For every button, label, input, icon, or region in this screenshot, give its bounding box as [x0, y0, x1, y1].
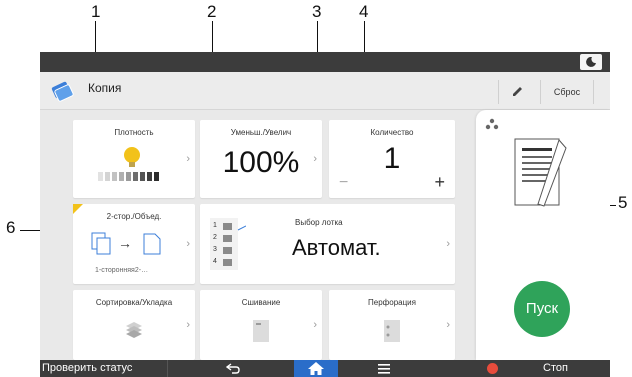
- tray-number-1: 1: [213, 222, 217, 229]
- staple-label: Сшивание: [241, 298, 281, 307]
- check-status-button[interactable]: Проверить статус: [40, 360, 168, 377]
- callout-4: 4: [359, 2, 369, 21]
- staple-tile[interactable]: Сшивание ›: [200, 290, 322, 360]
- chevron-right-icon: ›: [186, 153, 190, 165]
- app-title-bar: Копия Сброс: [40, 72, 610, 110]
- status-top-bar: [40, 52, 610, 72]
- system-bottom-bar: Проверить статус Стоп: [40, 360, 610, 377]
- chevron-right-icon: ›: [186, 238, 190, 250]
- duplex-target-icon: [143, 233, 161, 255]
- tray-number-3: 3: [213, 246, 217, 253]
- tray-select-value: Автомат.: [292, 235, 381, 260]
- sort-stack-label: Сортировка/Укладка: [95, 298, 173, 307]
- edit-button[interactable]: [498, 80, 534, 104]
- quantity-tile[interactable]: Количество 1 − +: [329, 120, 455, 198]
- menu-icon[interactable]: [378, 364, 390, 374]
- home-icon: [308, 362, 324, 375]
- sort-icon: [126, 322, 142, 338]
- toner-icon: [485, 118, 499, 130]
- energy-saver-button[interactable]: [580, 54, 602, 70]
- preview-panel: Пуск: [476, 110, 610, 360]
- duplex-tile[interactable]: 2-стор./Объед. → 1-сторонняя2-… ›: [73, 204, 195, 284]
- start-button[interactable]: Пуск: [514, 281, 570, 337]
- chevron-right-icon: ›: [186, 319, 190, 331]
- tray-number-2: 2: [213, 234, 217, 241]
- reset-button[interactable]: Сброс: [540, 80, 594, 104]
- back-icon[interactable]: [226, 362, 240, 374]
- quantity-minus-button[interactable]: −: [339, 174, 348, 192]
- stop-label: Стоп: [543, 362, 568, 374]
- tray-number-4: 4: [213, 258, 217, 265]
- callout-3: 3: [312, 2, 322, 21]
- home-button[interactable]: [294, 360, 338, 377]
- document-preview-icon: [514, 138, 567, 207]
- edit-icon: [513, 87, 522, 96]
- chevron-right-icon: ›: [446, 319, 450, 331]
- tray-select-label: Выбор лотка: [295, 218, 343, 227]
- copy-screen: Копия Сброс Плотность › Уменьш./Увелич 1…: [40, 52, 610, 377]
- stop-icon: [487, 363, 498, 374]
- density-tile[interactable]: Плотность ›: [73, 120, 195, 198]
- copy-app-icon: [51, 81, 74, 102]
- punch-tile[interactable]: Перфорация ›: [329, 290, 455, 360]
- chevron-right-icon: ›: [313, 319, 317, 331]
- quantity-value: 1: [383, 142, 401, 175]
- density-bulb-icon: [98, 147, 159, 181]
- chevron-right-icon: ›: [313, 153, 317, 165]
- app-title: Копия: [88, 81, 122, 95]
- tray-select-tile[interactable]: Выбор лотка 1 2 3 4 Автомат. ›: [200, 204, 455, 284]
- duplex-sub-label: 1-сторонняя2-…: [95, 267, 149, 274]
- duplex-arrow: →: [118, 235, 132, 251]
- density-label: Плотность: [114, 128, 154, 137]
- sort-stack-tile[interactable]: Сортировка/Укладка ›: [73, 290, 195, 360]
- duplex-source-icon: [91, 232, 111, 255]
- callout-2: 2: [207, 2, 217, 21]
- chevron-right-icon: ›: [446, 238, 450, 250]
- punch-icon: [384, 320, 400, 342]
- callout-6: 6: [6, 218, 16, 237]
- reduce-enlarge-value: 100%: [222, 146, 300, 179]
- stop-button[interactable]: Стоп: [483, 360, 610, 377]
- reduce-enlarge-tile[interactable]: Уменьш./Увелич 100% ›: [200, 120, 322, 198]
- moon-icon: [586, 57, 596, 67]
- punch-label: Перфорация: [368, 298, 416, 307]
- reduce-enlarge-label: Уменьш./Увелич: [230, 128, 292, 137]
- quantity-label: Количество: [370, 128, 414, 137]
- callout-1: 1: [91, 2, 101, 21]
- callout-5: 5: [618, 193, 628, 212]
- staple-icon: [253, 320, 269, 342]
- quantity-plus-button[interactable]: +: [434, 172, 445, 193]
- duplex-label: 2-стор./Объед.: [106, 212, 162, 221]
